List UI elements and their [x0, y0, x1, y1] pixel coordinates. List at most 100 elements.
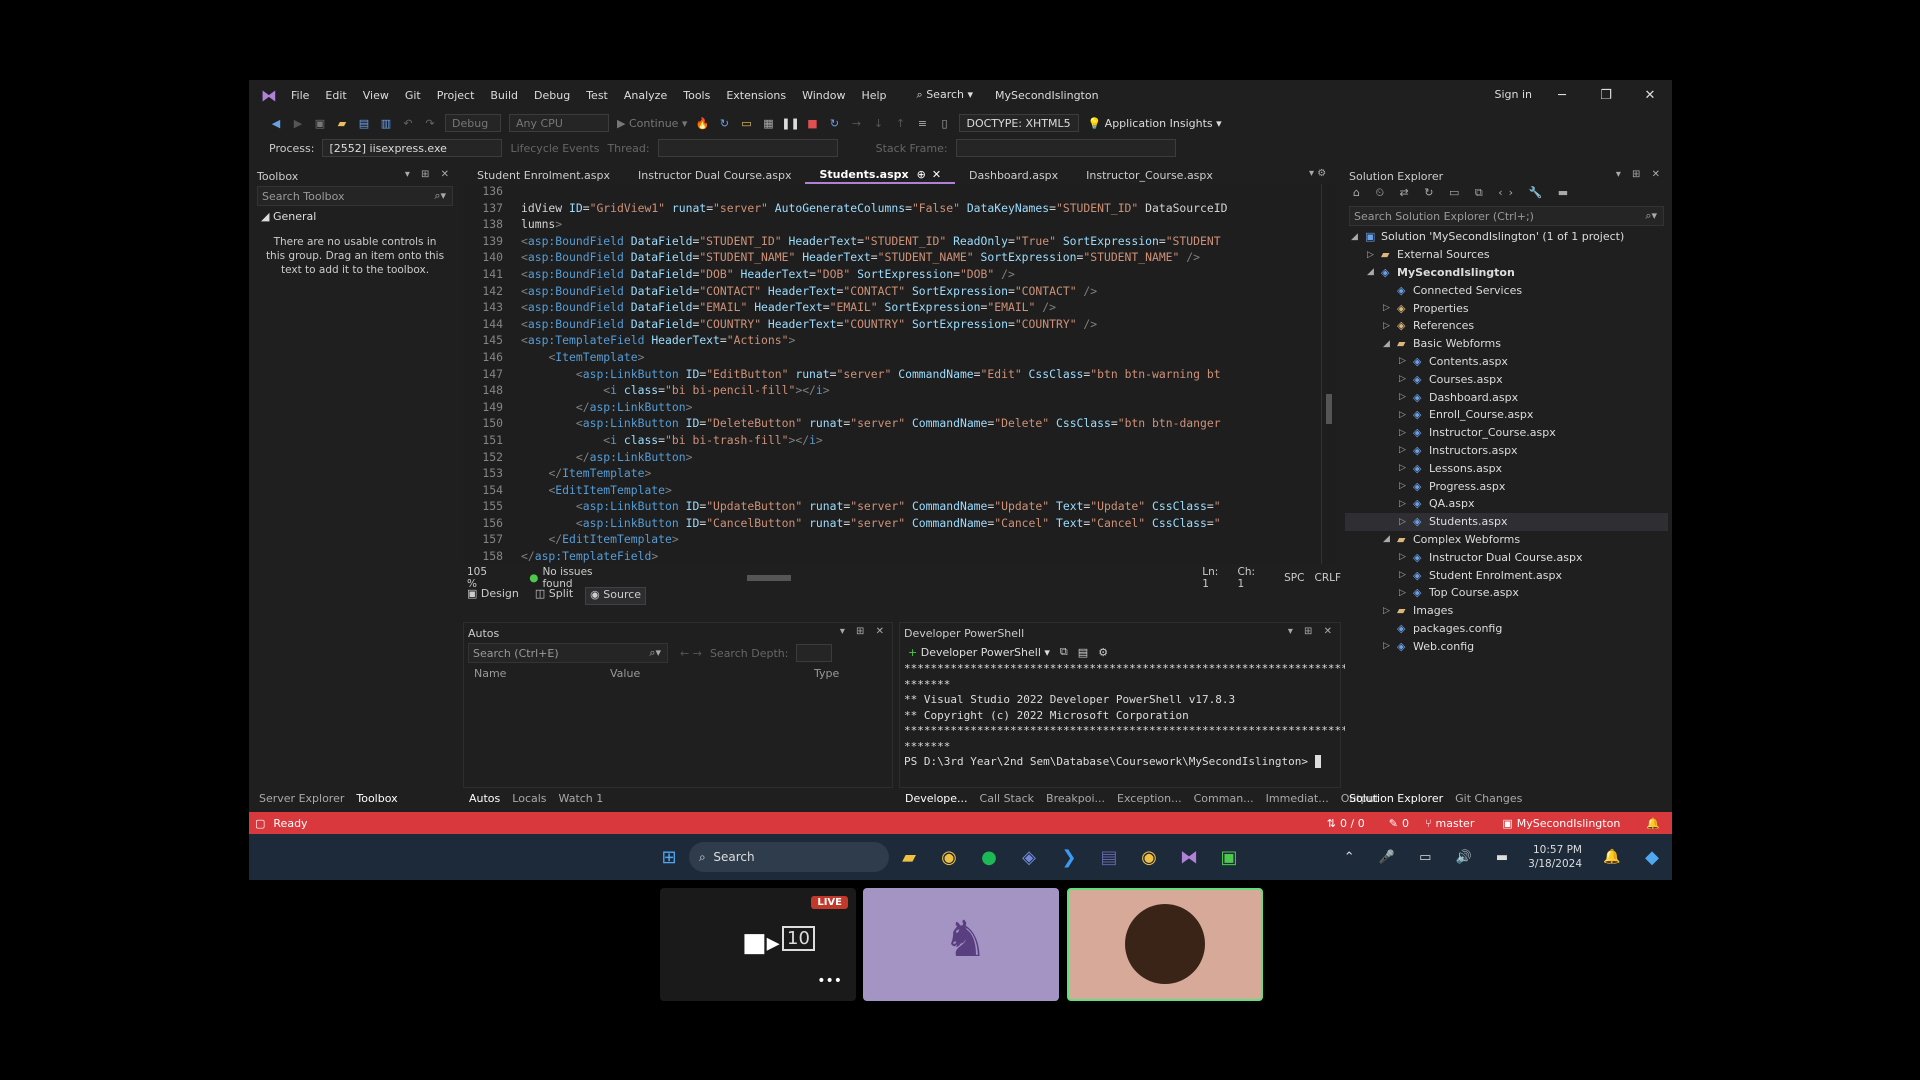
solution-tree-item[interactable]: ▷ ◈ References [1345, 317, 1668, 335]
system-tray-icons[interactable]: ⌃ 🎤 ▭ 🔊 ▬ [1344, 850, 1518, 865]
code-line[interactable]: 158 </asp:TemplateField> [463, 549, 1334, 564]
code-line[interactable]: 144 <asp:BoundField DataField="COUNTRY" H… [463, 317, 1334, 334]
copilot-icon[interactable]: ◆ [1638, 843, 1666, 871]
code-line[interactable]: 142 <asp:BoundField DataField="CONTACT" H… [463, 284, 1334, 301]
undo-icon[interactable]: ↶ [401, 116, 415, 130]
editor-vertical-scrollbar[interactable] [1321, 184, 1335, 564]
chrome-icon[interactable]: ◉ [935, 843, 963, 871]
expand-arrow-icon[interactable]: ◢ [1383, 534, 1397, 544]
code-line[interactable]: 153 </ItemTemplate> [463, 466, 1334, 483]
search-button[interactable]: ⌕ Search ▾ [909, 88, 982, 102]
hot-reload-icon[interactable]: 🔥 [695, 116, 710, 130]
code-line[interactable]: 146 <ItemTemplate> [463, 350, 1334, 367]
restart-icon[interactable]: ↻ [827, 116, 841, 130]
code-line[interactable]: 138 lumns> [463, 217, 1334, 234]
code-line[interactable]: 139 <asp:BoundField DataField="STUDENT_ID… [463, 234, 1334, 251]
bottom-tab-comman-[interactable]: Comman... [1194, 792, 1254, 805]
solution-tree-item[interactable]: ▷ ▰ Images [1345, 602, 1668, 620]
pencil-icon[interactable]: ✎ [1389, 817, 1398, 830]
configuration-dropdown[interactable]: Debug [445, 114, 501, 132]
expand-arrow-icon[interactable]: ▷ [1367, 250, 1381, 260]
stop-icon[interactable]: ■ [805, 116, 819, 130]
edit-count[interactable]: 0 [1402, 817, 1409, 830]
menu-item-file[interactable]: File [283, 89, 317, 102]
solution-tree-item[interactable]: ▷ ◈ Progress.aspx [1345, 477, 1668, 495]
expand-arrow-icon[interactable]: ▷ [1399, 588, 1413, 598]
panel-controls-icon[interactable]: ▾ ⊞ ✕ [1616, 169, 1664, 180]
bottom-tab-git-changes[interactable]: Git Changes [1455, 792, 1522, 805]
taskbar-search[interactable]: ⌕ Search [689, 842, 889, 872]
expand-arrow-icon[interactable]: ▷ [1399, 517, 1413, 527]
back-arrow-icon[interactable]: ← → [680, 647, 702, 660]
solution-tree-item[interactable]: ▷ ◈ Courses.aspx [1345, 370, 1668, 388]
back-icon[interactable]: ◀ [269, 116, 283, 130]
solution-tree-item[interactable]: ▷ ◈ Students.aspx [1345, 512, 1668, 531]
bottom-tab-toolbox[interactable]: Toolbox [356, 792, 397, 805]
code-line[interactable]: 141 <asp:BoundField DataField="DOB" Heade… [463, 267, 1334, 284]
expand-arrow-icon[interactable]: ▷ [1399, 570, 1413, 580]
solution-tree-item[interactable]: ▷ ◈ Enroll_Course.aspx [1345, 406, 1668, 424]
bottom-tab-breakpoi-[interactable]: Breakpoi... [1046, 792, 1105, 805]
sync-arrows-icon[interactable]: ⇅ [1327, 817, 1336, 830]
tab-student-enrolment-aspx[interactable]: Student Enrolment.aspx [463, 166, 624, 184]
expand-arrow-icon[interactable]: ◢ [1351, 232, 1365, 242]
application-insights-button[interactable]: 💡 Application Insights ▾ [1087, 117, 1221, 130]
new-terminal-button[interactable]: + Developer PowerShell ▾ [908, 646, 1050, 659]
expand-arrow-icon[interactable]: ▷ [1399, 481, 1413, 491]
close-tab-icon[interactable]: ✕ [932, 168, 941, 181]
branch-icon[interactable]: ⑂ [1425, 817, 1432, 830]
code-line[interactable]: 156 <asp:LinkButton ID="CancelButton" ru… [463, 516, 1334, 533]
menu-item-edit[interactable]: Edit [317, 89, 354, 102]
expand-arrow-icon[interactable]: ▷ [1399, 374, 1413, 384]
expand-arrow-icon[interactable]: ▷ [1399, 445, 1413, 455]
repo-icon[interactable]: ▣ [1502, 817, 1512, 830]
comment-icon[interactable]: ≡ [915, 116, 929, 130]
menu-item-build[interactable]: Build [482, 89, 526, 102]
expand-arrow-icon[interactable]: ◢ [1367, 267, 1381, 277]
browser-link-icon[interactable]: ▭ [739, 116, 753, 130]
solution-tree-item[interactable]: ◈ packages.config [1345, 620, 1668, 638]
solution-tree-item[interactable]: ▷ ▰ External Sources [1345, 246, 1668, 264]
tab-instructor-course-aspx[interactable]: Instructor_Course.aspx [1072, 166, 1227, 184]
forward-icon[interactable]: ▶ [291, 116, 305, 130]
minimize-icon[interactable]: ─ [1540, 88, 1584, 103]
menu-item-window[interactable]: Window [794, 89, 853, 102]
step-out-icon[interactable]: ↑ [893, 116, 907, 130]
redo-icon[interactable]: ↷ [423, 116, 437, 130]
menu-item-debug[interactable]: Debug [526, 89, 578, 102]
code-line[interactable]: 152 </asp:LinkButton> [463, 450, 1334, 467]
code-line[interactable]: 140 <asp:BoundField DataField="STUDENT_NA… [463, 250, 1334, 267]
save-all-icon[interactable]: ▥ [379, 116, 393, 130]
bottom-tab-immediat-[interactable]: Immediat... [1266, 792, 1329, 805]
panel-controls-icon[interactable]: ▾ ⊞ ✕ [840, 626, 888, 637]
discord-icon[interactable]: ◈ [1015, 843, 1043, 871]
spacing-indicator[interactable]: SPC [1284, 572, 1304, 584]
bookmark-icon[interactable]: ▯ [937, 116, 951, 130]
tab-instructor-dual-course-aspx[interactable]: Instructor Dual Course.aspx [624, 166, 805, 184]
code-line[interactable]: 145 <asp:TemplateField HeaderText="Action… [463, 333, 1334, 350]
tab-options-icon[interactable]: ▾ ⚙ [1309, 168, 1326, 179]
lifecycle-events-button[interactable]: Lifecycle Events [510, 142, 599, 155]
terminal-output[interactable]: ****************************************… [900, 661, 1368, 770]
panel-controls-icon[interactable]: ▾ ⊞ ✕ [405, 169, 453, 180]
menu-item-analyze[interactable]: Analyze [616, 89, 675, 102]
platform-dropdown[interactable]: Any CPU [509, 114, 609, 132]
file-explorer-icon[interactable]: ▰ [895, 843, 923, 871]
menu-item-tools[interactable]: Tools [675, 89, 718, 102]
menu-item-git[interactable]: Git [397, 89, 429, 102]
teams-icon[interactable]: ▤ [1095, 843, 1123, 871]
commit-count[interactable]: 0 / 0 [1340, 817, 1365, 830]
toolbox-search-input[interactable]: Search Toolbox ⌕▾ [257, 186, 453, 206]
clock[interactable]: 10:57 PM 3/18/2024 [1528, 843, 1582, 871]
thread-dropdown[interactable] [657, 139, 838, 157]
solution-tree-item[interactable]: ▷ ◈ Contents.aspx [1345, 353, 1668, 371]
autos-search-input[interactable]: Search (Ctrl+E) ⌕▾ [468, 643, 668, 663]
expand-arrow-icon[interactable]: ▷ [1399, 392, 1413, 402]
layout-icon[interactable]: ▦ [761, 116, 775, 130]
code-line[interactable]: 136 [463, 184, 1334, 201]
solution-tree-item[interactable]: ▷ ◈ Lessons.aspx [1345, 459, 1668, 477]
solution-tree-item[interactable]: ▷ ◈ Instructor_Course.aspx [1345, 424, 1668, 442]
source-view-button[interactable]: ◉ Source [585, 587, 647, 605]
search-depth-dropdown[interactable] [796, 644, 833, 662]
solution-tree-item[interactable]: ▷ ◈ QA.aspx [1345, 495, 1668, 513]
